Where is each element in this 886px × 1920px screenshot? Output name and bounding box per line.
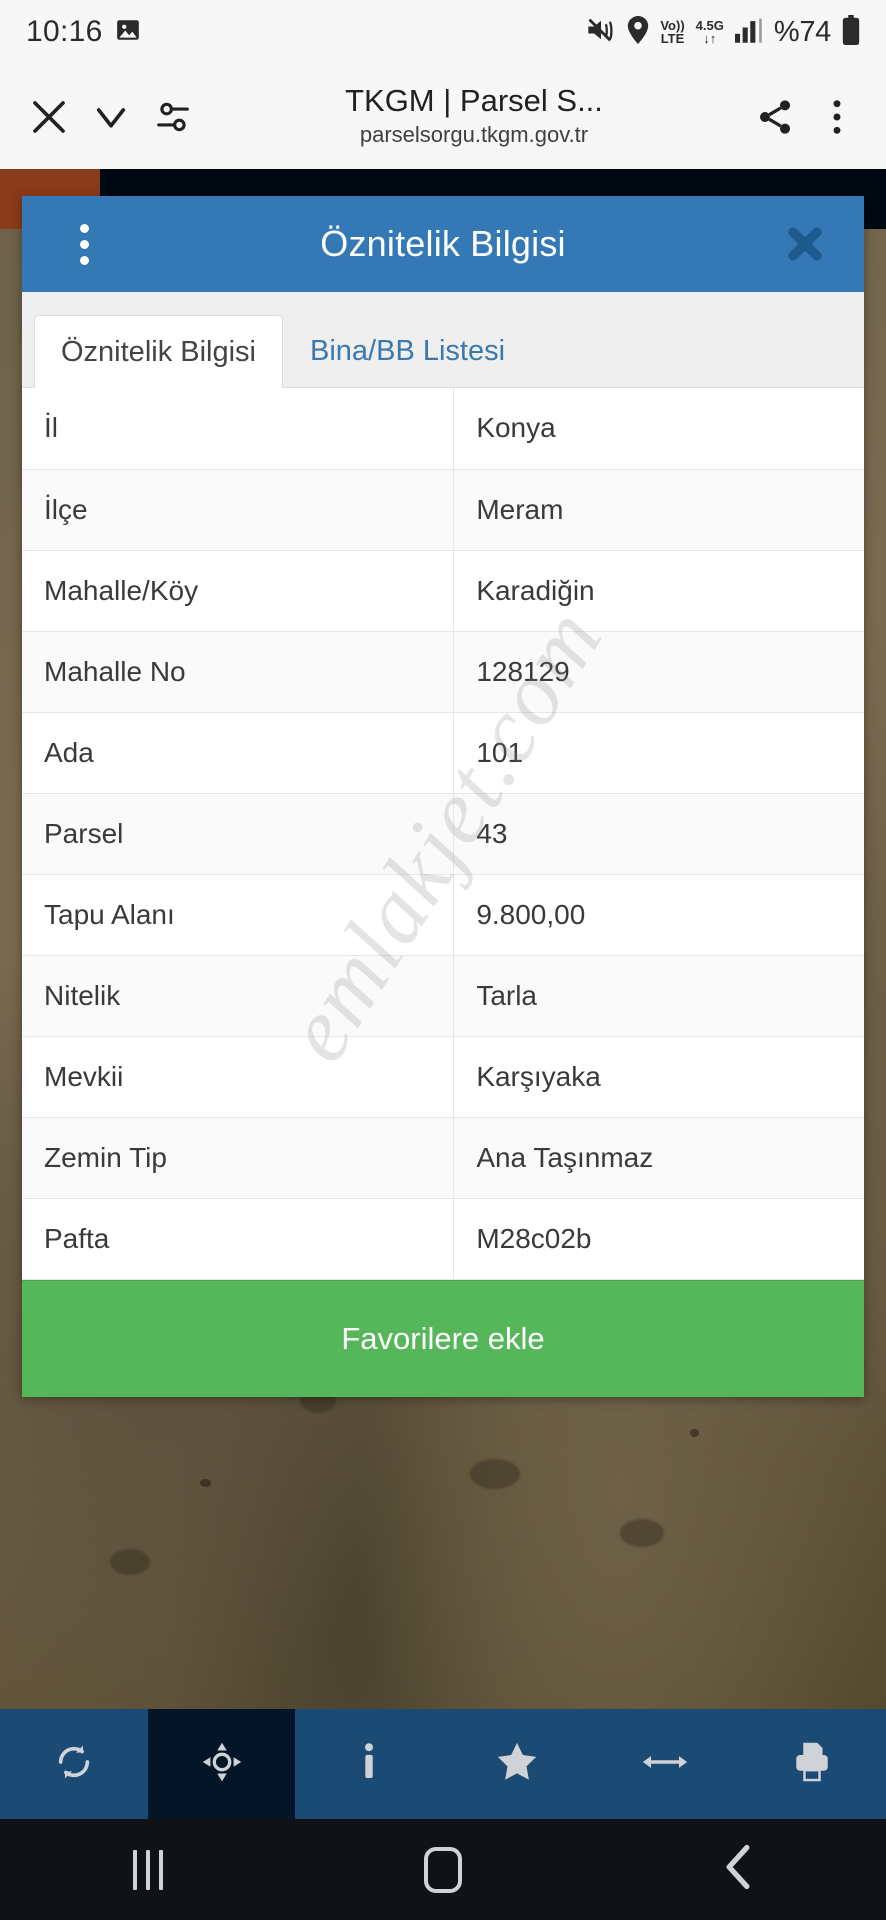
toolbar-favorite-button[interactable] (443, 1709, 591, 1819)
dialog-title: Öznitelik Bilgisi (320, 223, 566, 264)
measure-arrows-icon (642, 1747, 688, 1782)
star-icon (495, 1741, 539, 1788)
home-icon (423, 1846, 462, 1893)
row-value: Ana Taşınmaz (453, 1117, 864, 1199)
row-value: Karşıyaka (453, 1036, 864, 1118)
battery-percent-label: %74 (773, 15, 831, 48)
signal-icon (734, 17, 763, 48)
attribute-info-dialog: Öznitelik Bilgisi Öznitelik Bilgisi Bina… (22, 196, 864, 1397)
back-icon (721, 1844, 755, 1895)
attribute-table: İl Konya İlçe Meram Mahalle/Köy Karadiği… (22, 388, 864, 1280)
browser-menu-icon[interactable] (806, 86, 868, 148)
row-key: Pafta (22, 1198, 455, 1280)
info-icon (351, 1742, 387, 1787)
table-row: Tapu Alanı 9.800,00 (22, 874, 864, 956)
row-key: İlçe (22, 469, 455, 551)
nav-back-button[interactable] (591, 1844, 886, 1895)
row-key: Nitelik (22, 955, 455, 1037)
table-row: Pafta M28c02b (22, 1198, 864, 1280)
volte-icon: Vo)) LTE (660, 18, 685, 46)
crosshair-locate-icon (200, 1740, 244, 1789)
row-value: Karadiğin (453, 550, 864, 632)
table-row: Ada 101 (22, 712, 864, 794)
page-info-icon[interactable] (142, 86, 204, 148)
recents-icon (132, 1849, 163, 1890)
tab-oznitelik-bilgisi[interactable]: Öznitelik Bilgisi (34, 315, 283, 388)
print-icon (792, 1741, 832, 1788)
toolbar-info-button[interactable] (295, 1709, 443, 1819)
page-title: TKGM | Parsel S... (345, 83, 603, 119)
row-key: Ada (22, 712, 455, 794)
row-key: Mahalle/Köy (22, 550, 455, 632)
toolbar-measure-button[interactable] (591, 1709, 739, 1819)
chevron-down-icon[interactable] (80, 86, 142, 148)
row-key: Mevkii (22, 1036, 455, 1118)
map-bottom-toolbar (0, 1709, 886, 1819)
browser-toolbar: TKGM | Parsel S... parselsorgu.tkgm.gov.… (0, 64, 886, 169)
table-row: Mevkii Karşıyaka (22, 1036, 864, 1118)
tab-bina-bb-listesi[interactable]: Bina/BB Listesi (283, 314, 532, 387)
phone-screen: 10:16 Vo)) LTE 4.5G ↓↑ %74 TKGM | Parsel… (0, 0, 886, 1920)
table-row: İl Konya (22, 388, 864, 470)
toolbar-print-button[interactable] (738, 1709, 886, 1819)
dialog-kebab-menu-icon[interactable] (62, 216, 106, 272)
row-value: M28c02b (453, 1198, 864, 1280)
share-icon[interactable] (744, 86, 806, 148)
dialog-tabs: Öznitelik Bilgisi Bina/BB Listesi (22, 292, 864, 388)
network-4.5g-icon: 4.5G ↓↑ (695, 18, 724, 46)
status-bar-clock: 10:16 (26, 15, 103, 48)
row-key: Tapu Alanı (22, 874, 455, 956)
status-bar-left: 10:16 (26, 15, 141, 49)
row-key: Zemin Tip (22, 1117, 455, 1199)
mute-icon (586, 16, 616, 49)
android-navigation-bar (0, 1819, 886, 1920)
attribute-table-body: İl Konya İlçe Meram Mahalle/Köy Karadiği… (22, 388, 864, 1280)
table-row: Zemin Tip Ana Taşınmaz (22, 1117, 864, 1199)
location-icon (627, 15, 649, 49)
close-tab-button[interactable] (18, 86, 80, 148)
add-to-favorites-button[interactable]: Favorilere ekle (22, 1279, 864, 1397)
row-value: 9.800,00 (453, 874, 864, 956)
row-value: Meram (453, 469, 864, 551)
close-icon[interactable] (782, 221, 828, 267)
toolbar-refresh-button[interactable] (0, 1709, 148, 1819)
row-key: Parsel (22, 793, 455, 875)
dialog-header: Öznitelik Bilgisi (22, 196, 864, 292)
status-bar: 10:16 Vo)) LTE 4.5G ↓↑ %74 (0, 0, 886, 64)
page-title-block[interactable]: TKGM | Parsel S... parselsorgu.tkgm.gov.… (204, 83, 744, 149)
nav-recents-button[interactable] (0, 1849, 295, 1890)
image-icon (115, 17, 141, 48)
toolbar-locate-button[interactable] (147, 1709, 296, 1819)
table-row: Mahalle No 128129 (22, 631, 864, 713)
nav-home-button[interactable] (295, 1846, 590, 1893)
page-url: parselsorgu.tkgm.gov.tr (359, 122, 589, 148)
row-value: Konya (453, 388, 864, 470)
table-row: İlçe Meram (22, 469, 864, 551)
row-value: Tarla (453, 955, 864, 1037)
row-key: Mahalle No (22, 631, 455, 713)
row-key: İl (22, 388, 455, 470)
table-row: Parsel 43 (22, 793, 864, 875)
table-row: Nitelik Tarla (22, 955, 864, 1037)
battery-icon (842, 14, 860, 50)
row-value: 43 (453, 793, 864, 875)
refresh-icon (54, 1742, 94, 1787)
row-value: 101 (453, 712, 864, 794)
table-row: Mahalle/Köy Karadiğin (22, 550, 864, 632)
row-value: 128129 (453, 631, 864, 713)
status-bar-right: Vo)) LTE 4.5G ↓↑ %74 (586, 14, 860, 50)
